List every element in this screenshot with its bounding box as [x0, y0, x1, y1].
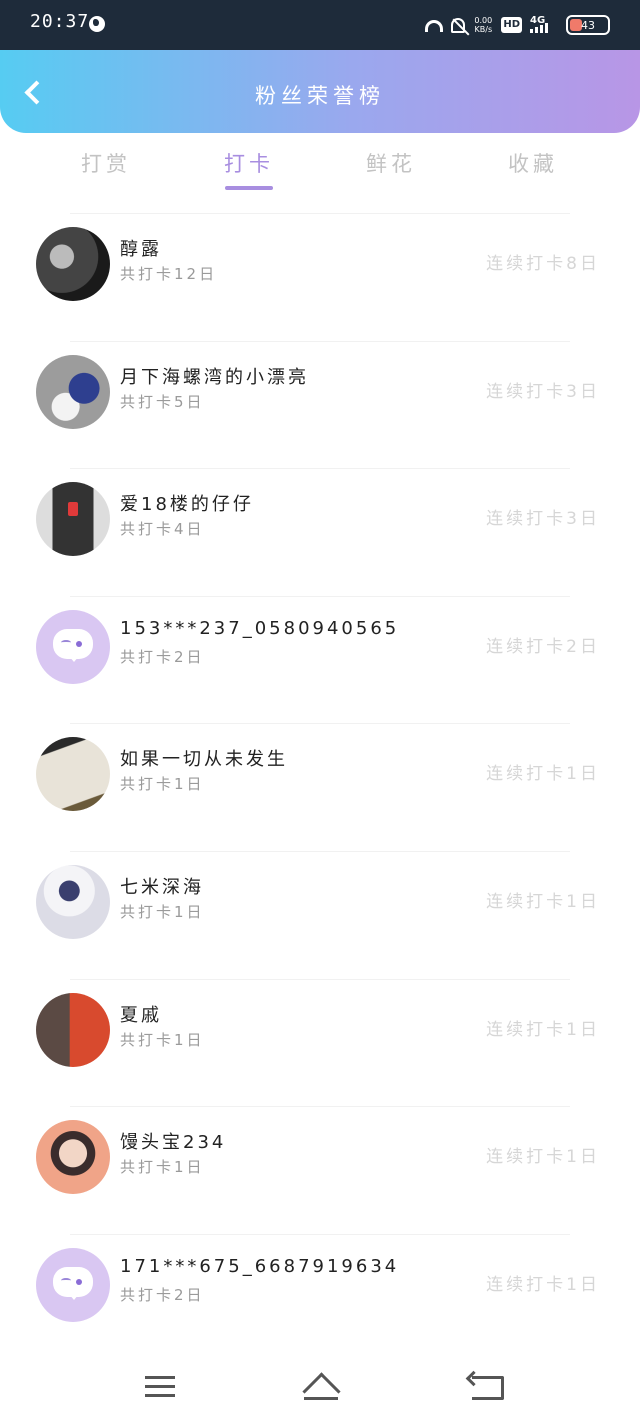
fan-name: 醇露: [120, 239, 162, 260]
system-nav-bar: [0, 1350, 640, 1427]
fan-name: 夏戚: [120, 1004, 162, 1026]
total-checkins: 共打卡1日: [120, 775, 205, 794]
total-checkins: 共打卡2日: [120, 1285, 205, 1304]
hd-badge: HD: [501, 17, 522, 33]
avatar[interactable]: [36, 864, 110, 939]
streak-checkins: 连续打卡1日: [486, 764, 600, 785]
avatar[interactable]: [36, 1120, 110, 1195]
avatar[interactable]: [36, 737, 110, 812]
tab-favorites[interactable]: 收藏: [483, 148, 583, 178]
streak-checkins: 连续打卡3日: [486, 509, 600, 530]
header-bar: 粉丝荣誉榜: [0, 50, 640, 133]
list-item[interactable]: 夏戚 共打卡1日 连续打卡1日: [0, 978, 640, 1107]
streak-checkins: 连续打卡1日: [486, 1147, 600, 1168]
fan-name: 如果一切从未发生: [120, 749, 288, 771]
total-checkins: 共打卡12日: [120, 265, 218, 283]
menu-icon[interactable]: [145, 1376, 175, 1398]
net-speed: 0.00 KB/s: [473, 16, 493, 34]
fan-list: 醇露 共打卡12日 连续打卡8日 月下海螺湾的小漂亮 共打卡5日 连续打卡3日 …: [0, 213, 640, 1361]
total-checkins: 共打卡1日: [120, 1158, 205, 1177]
headphones-icon: [425, 20, 444, 32]
tab-checkin[interactable]: 打卡: [199, 148, 299, 178]
fan-name: 七米深海: [120, 876, 204, 898]
total-checkins: 共打卡2日: [120, 647, 205, 666]
back-icon[interactable]: [472, 1376, 504, 1400]
fan-name: 171***675_6687919634: [120, 1255, 400, 1277]
avatar[interactable]: [36, 227, 110, 301]
globe-icon: [89, 16, 105, 32]
net-speed-value: 0.00: [474, 16, 493, 25]
streak-checkins: 连续打卡3日: [486, 381, 600, 402]
streak-checkins: 连续打卡1日: [486, 1274, 600, 1295]
avatar[interactable]: [36, 992, 110, 1067]
tab-bar: 打赏 打卡 鲜花 收藏: [0, 140, 640, 200]
list-item[interactable]: 馒头宝234 共打卡1日 连续打卡1日: [0, 1106, 640, 1234]
status-icons: 0.00 KB/s HD 4G 43: [425, 12, 610, 38]
tab-reward[interactable]: 打赏: [56, 148, 156, 178]
total-checkins: 共打卡1日: [120, 1030, 205, 1049]
fan-name: 153***237_0580940565: [120, 617, 400, 639]
status-time: 20:37: [30, 11, 90, 32]
page-title: 粉丝荣誉榜: [255, 84, 385, 108]
fan-honor-screen: 20:37 0.00 KB/s HD 4G 43 粉丝荣誉榜 打赏 打卡 鲜花 …: [0, 0, 640, 1427]
streak-checkins: 连续打卡1日: [486, 891, 600, 912]
list-item[interactable]: 爱18楼的仔仔 共打卡4日 连续打卡3日: [0, 468, 640, 596]
net-speed-unit: KB/s: [474, 25, 493, 34]
fan-name: 月下海螺湾的小漂亮: [120, 366, 309, 388]
avatar[interactable]: [36, 354, 110, 429]
battery-level: 43: [581, 18, 595, 32]
home-icon[interactable]: [300, 1374, 342, 1400]
chat-bubble-icon[interactable]: [36, 1247, 110, 1322]
total-checkins: 共打卡4日: [120, 520, 205, 539]
total-checkins: 共打卡5日: [120, 392, 205, 411]
list-item[interactable]: 153***237_0580940565 共打卡2日 连续打卡2日: [0, 595, 640, 724]
active-tab-indicator: [225, 186, 273, 190]
list-item[interactable]: 醇露 共打卡12日 连续打卡8日: [0, 213, 640, 341]
list-item[interactable]: 七米深海 共打卡1日 连续打卡1日: [0, 850, 640, 979]
streak-checkins: 连续打卡8日: [486, 254, 600, 274]
chat-bubble-icon[interactable]: [36, 609, 110, 684]
list-item[interactable]: 如果一切从未发生 共打卡1日 连续打卡1日: [0, 723, 640, 851]
streak-checkins: 连续打卡2日: [486, 636, 600, 657]
status-bar: 20:37 0.00 KB/s HD 4G 43: [0, 0, 640, 50]
streak-checkins: 连续打卡1日: [486, 1019, 600, 1040]
battery-icon: 43: [566, 15, 610, 35]
bell-muted-icon: [451, 17, 466, 33]
list-item[interactable]: 171***675_6687919634 共打卡2日 连续打卡1日: [0, 1233, 640, 1362]
list-item[interactable]: 月下海螺湾的小漂亮 共打卡5日 连续打卡3日: [0, 340, 640, 469]
signal-icon: 4G: [530, 15, 558, 35]
tab-flowers[interactable]: 鲜花: [341, 148, 441, 178]
total-checkins: 共打卡1日: [120, 902, 205, 921]
fan-name: 馒头宝234: [120, 1132, 227, 1154]
fan-name: 爱18楼的仔仔: [120, 494, 254, 516]
avatar[interactable]: [36, 482, 110, 557]
